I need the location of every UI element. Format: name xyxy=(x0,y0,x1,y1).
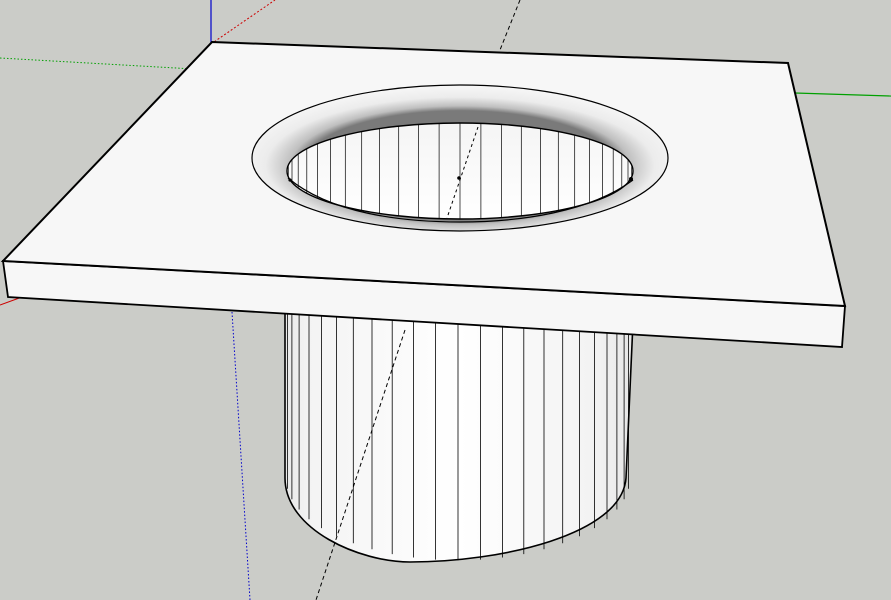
modeling-viewport[interactable] xyxy=(0,0,891,600)
guide-point xyxy=(457,176,461,180)
endpoint-marker-left xyxy=(288,178,292,182)
cylinder-surface[interactable] xyxy=(284,299,635,563)
cylinder-body[interactable] xyxy=(284,299,635,563)
scene-canvas[interactable] xyxy=(0,0,891,600)
endpoint-marker xyxy=(629,177,633,181)
